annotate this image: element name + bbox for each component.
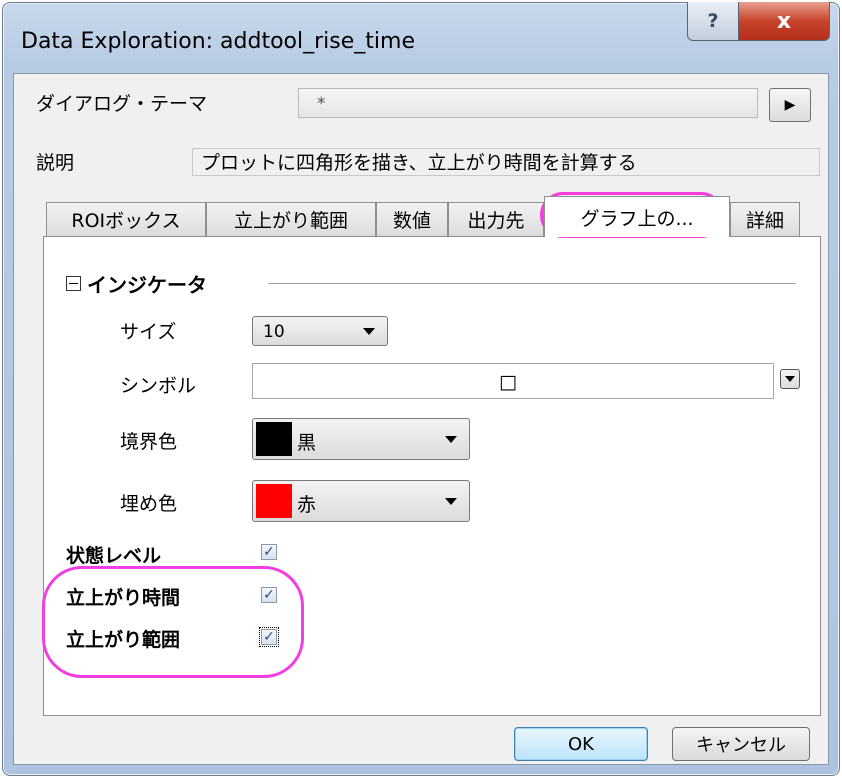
size-value: 10 <box>263 322 285 342</box>
description-label: 説明 <box>36 152 75 174</box>
border-color-label: 境界色 <box>120 431 178 453</box>
ok-button[interactable]: OK <box>514 727 648 761</box>
window-title: Data Exploration: addtool_rise_time <box>21 29 415 54</box>
rise-time-checkbox[interactable]: ✓ <box>261 587 277 603</box>
dialog-body: ダイアログ・テーマ * ▶ 説明 プロットに四角形を描き、立上がり時間を計算する… <box>13 73 829 765</box>
symbol-dropdown-button[interactable] <box>780 369 800 389</box>
rise-range-checkbox[interactable]: ✓ <box>259 627 279 647</box>
collapse-icon[interactable] <box>66 276 81 291</box>
theme-menu-button[interactable]: ▶ <box>769 88 811 122</box>
tab-output[interactable]: 出力先 <box>448 202 544 236</box>
tab-values[interactable]: 数値 <box>376 202 448 236</box>
chevron-down-icon <box>363 328 375 335</box>
chevron-down-icon <box>445 436 457 443</box>
tab-details[interactable]: 詳細 <box>730 202 800 236</box>
symbol-selector[interactable]: □ <box>252 363 774 399</box>
fill-color-swatch <box>256 484 292 518</box>
play-arrow-icon: ▶ <box>784 97 796 113</box>
dialog-window: Data Exploration: addtool_rise_time ? x … <box>2 2 840 776</box>
border-color-dropdown[interactable]: 黒 <box>252 418 470 460</box>
chevron-down-icon <box>445 498 457 505</box>
close-button[interactable]: x <box>738 2 830 41</box>
theme-label: ダイアログ・テーマ <box>36 93 208 115</box>
indicator-section-header[interactable]: インジケータ <box>66 269 207 298</box>
tab-roi-box[interactable]: ROIボックス <box>46 202 206 236</box>
fill-color-value: 赤 <box>297 494 317 516</box>
help-button[interactable]: ? <box>687 2 739 41</box>
section-divider <box>268 283 796 284</box>
fill-color-dropdown[interactable]: 赤 <box>252 480 470 522</box>
size-label: サイズ <box>120 321 177 343</box>
chevron-down-icon <box>785 376 795 382</box>
square-symbol-icon: □ <box>499 371 517 393</box>
state-level-checkbox[interactable]: ✓ <box>261 544 277 560</box>
rise-time-label: 立上がり時間 <box>66 587 181 609</box>
tab-on-graph[interactable]: グラフ上の... <box>544 196 730 237</box>
theme-input[interactable]: * <box>298 88 758 118</box>
border-color-value: 黒 <box>297 432 317 454</box>
description-text: プロットに四角形を描き、立上がり時間を計算する <box>192 148 820 176</box>
fill-color-label: 埋め色 <box>120 493 178 515</box>
cancel-button[interactable]: キャンセル <box>672 727 810 761</box>
tab-panel: インジケータ サイズ 10 シンボル □ 境界色 黒 埋め色 赤 状態レベル ✓… <box>43 236 821 716</box>
rise-range-label: 立上がり範囲 <box>66 629 181 651</box>
state-level-label: 状態レベル <box>66 545 162 567</box>
border-color-swatch <box>256 422 292 456</box>
close-icon: x <box>776 8 792 34</box>
help-icon: ? <box>707 10 719 32</box>
tab-rise-range[interactable]: 立上がり範囲 <box>206 202 376 236</box>
indicator-section-title: インジケータ <box>87 273 207 297</box>
title-bar: Data Exploration: addtool_rise_time ? x <box>3 2 839 73</box>
size-dropdown[interactable]: 10 <box>252 316 388 346</box>
symbol-label: シンボル <box>120 375 197 397</box>
